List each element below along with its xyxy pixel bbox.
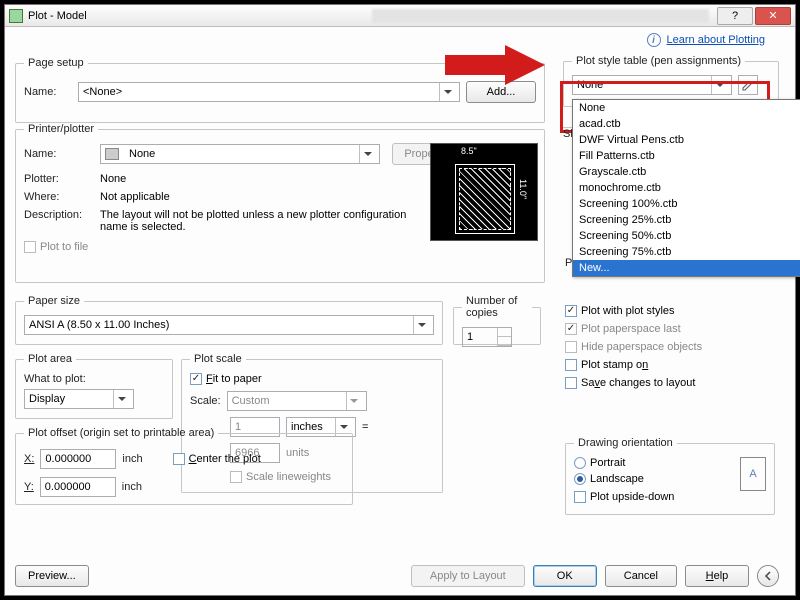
help-button[interactable]: Help	[685, 565, 749, 587]
equals-label: =	[362, 421, 368, 433]
button-row: Preview... Apply to Layout OK Cancel Hel…	[15, 565, 779, 587]
plot-offset-group: Plot offset (origin set to printable are…	[15, 427, 353, 505]
plot-area-group: Plot area What to plot: Display	[15, 353, 173, 419]
chevron-down-icon	[359, 145, 375, 163]
pst-option[interactable]: acad.ctb	[573, 116, 800, 132]
y-label: Y:	[24, 481, 34, 493]
learn-link[interactable]: Learn about Plotting	[667, 34, 765, 46]
hide-paperspace-check: Hide paperspace objects	[565, 341, 775, 353]
chevron-down-icon	[346, 392, 362, 410]
fit-to-paper-check[interactable]: Fit to paper	[190, 373, 434, 385]
pst-legend: Plot style table (pen assignments)	[572, 55, 745, 67]
pst-option[interactable]: Screening 100%.ctb	[573, 196, 800, 212]
plot-to-file-check: Plot to file	[24, 241, 536, 253]
portrait-radio[interactable]: Portrait	[574, 457, 732, 469]
chevron-down-icon	[711, 76, 727, 94]
dialog-content: i Learn about Plotting Page setup Name: …	[5, 27, 795, 595]
what-to-plot-label: What to plot:	[24, 373, 164, 385]
pst-option[interactable]: Screening 50%.ctb	[573, 228, 800, 244]
ribbon-blur	[372, 9, 710, 23]
orientation-icon: A	[740, 457, 766, 491]
pst-option[interactable]: Screening 75%.ctb	[573, 244, 800, 260]
printer-name-label: Name:	[24, 148, 94, 160]
pst-option[interactable]: monochrome.ctb	[573, 180, 800, 196]
plot-style-table-group: Plot style table (pen assignments) None …	[563, 55, 779, 107]
paper-preview: 8.5" 11.0"	[430, 143, 538, 241]
titlebar: Plot - Model ? ✕	[5, 5, 795, 27]
scale-label: Scale:	[190, 395, 221, 407]
landscape-radio[interactable]: Landscape	[574, 473, 732, 485]
pst-option[interactable]: Fill Patterns.ctb	[573, 148, 800, 164]
annotation-arrow	[445, 45, 545, 85]
y-input[interactable]: 0.000000	[40, 477, 116, 497]
x-label: X:	[24, 453, 34, 465]
copies-legend: Number of copies	[462, 295, 532, 319]
cancel-button[interactable]: Cancel	[605, 565, 677, 587]
preview-button[interactable]: Preview...	[15, 565, 89, 587]
chevron-down-icon	[413, 316, 429, 334]
page-setup-legend: Page setup	[24, 57, 88, 69]
plotter-label: Plotter:	[24, 173, 94, 185]
where-value: Not applicable	[100, 191, 170, 203]
center-plot-check[interactable]: Center the plot	[173, 453, 261, 465]
plot-dialog: Plot - Model ? ✕ i Learn about Plotting …	[4, 4, 796, 596]
copies-group: Number of copies 1	[453, 295, 541, 345]
drawing-orientation-group: Drawing orientation Portrait Landscape P…	[565, 437, 775, 515]
ok-button[interactable]: OK	[533, 565, 597, 587]
expand-button[interactable]	[757, 565, 779, 587]
apply-to-layout-button[interactable]: Apply to Layout	[411, 565, 525, 587]
printer-name-combo[interactable]: None	[100, 144, 380, 164]
page-setup-name-value: <None>	[83, 86, 122, 98]
pst-option[interactable]: Screening 25%.ctb	[573, 212, 800, 228]
pst-option[interactable]: New...	[573, 260, 800, 276]
x-unit: inch	[122, 453, 142, 465]
page-setup-name-combo[interactable]: <None>	[78, 82, 460, 102]
help-button-icon[interactable]: ?	[717, 7, 753, 25]
printer-group: Printer/plotter Name: None Properties...…	[15, 123, 545, 283]
plot-scale-legend: Plot scale	[190, 353, 246, 365]
scale-combo: Custom	[227, 391, 367, 411]
close-button[interactable]: ✕	[755, 7, 791, 25]
app-icon	[9, 9, 23, 23]
where-label: Where:	[24, 191, 94, 203]
window-title: Plot - Model	[28, 10, 366, 22]
chevron-down-icon	[439, 83, 455, 101]
paper-size-group: Paper size ANSI A (8.50 x 11.00 Inches)	[15, 295, 443, 345]
plot-with-styles-check[interactable]: Plot with plot styles	[565, 305, 775, 317]
what-to-plot-combo[interactable]: Display	[24, 389, 134, 409]
copies-spin[interactable]: 1	[462, 327, 512, 347]
paper-size-legend: Paper size	[24, 295, 84, 307]
plot-offset-legend: Plot offset (origin set to printable are…	[24, 427, 218, 439]
desc-value: The layout will not be plotted unless a …	[100, 209, 410, 233]
printer-legend: Printer/plotter	[24, 123, 98, 135]
pst-combo[interactable]: None	[572, 75, 732, 95]
x-input[interactable]: 0.000000	[40, 449, 116, 469]
plotter-value: None	[100, 173, 126, 185]
chevron-down-icon	[113, 390, 129, 408]
pst-option[interactable]: None	[573, 100, 800, 116]
upside-check[interactable]: Plot upside-down	[574, 491, 732, 503]
plot-area-legend: Plot area	[24, 353, 76, 365]
plot-stamp-check[interactable]: Plot stamp on	[565, 359, 775, 371]
plot-paperspace-check: Plot paperspace last	[565, 323, 775, 335]
pst-option[interactable]: Grayscale.ctb	[573, 164, 800, 180]
draworient-legend: Drawing orientation	[574, 437, 677, 449]
printer-icon	[105, 148, 119, 160]
save-changes-check[interactable]: Save changes to layout	[565, 377, 775, 389]
y-unit: inch	[122, 481, 142, 493]
paper-size-combo[interactable]: ANSI A (8.50 x 11.00 Inches)	[24, 315, 434, 335]
edit-pst-button[interactable]	[738, 75, 758, 95]
name-label: Name:	[24, 86, 72, 98]
desc-label: Description:	[24, 209, 94, 221]
pst-dropdown-list[interactable]: Noneacad.ctbDWF Virtual Pens.ctbFill Pat…	[572, 99, 800, 277]
pst-option[interactable]: DWF Virtual Pens.ctb	[573, 132, 800, 148]
info-icon: i	[647, 33, 661, 47]
